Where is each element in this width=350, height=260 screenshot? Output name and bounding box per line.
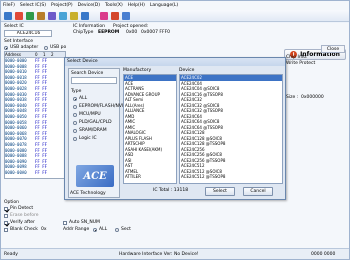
cancel-button[interactable]: Cancel: [243, 187, 273, 196]
size-label: Size :: [286, 95, 299, 100]
set-interface-label: Set Interface: [4, 39, 33, 44]
auto-sn-checkbox[interactable]: [63, 221, 67, 225]
auto-sn-label: Auto SN_NUM: [69, 220, 100, 225]
type-radio[interactable]: [73, 97, 77, 101]
toolbar-icon[interactable]: [4, 12, 12, 20]
status-ready: Ready: [4, 252, 18, 257]
ic-info-label: IC Information: [73, 24, 105, 29]
menu-item[interactable]: Help(H): [128, 3, 145, 8]
option-label: Option: [4, 200, 20, 205]
menu-item[interactable]: Language(L): [150, 3, 178, 8]
select-ic-label: Select IC: [4, 24, 24, 29]
manufactory-list[interactable]: ACE ACE ACTRANS ADVANCE GROUP ALT Semi ALL(Ar…: [123, 74, 177, 184]
select-device-dialog: Select Device Search Device Type ALL EEPR…: [64, 57, 286, 200]
pin-detect-label: Pin Detect: [10, 206, 34, 211]
menu-item[interactable]: FileF): [3, 3, 15, 8]
toolbar-icon[interactable]: [37, 12, 45, 20]
grid-header-col: 1: [43, 52, 46, 57]
usb-port-radio[interactable]: [44, 46, 48, 50]
type-radio[interactable]: [73, 113, 77, 117]
toolbar: [1, 10, 349, 22]
addr-range-label: Addr Range: [63, 227, 90, 232]
size-value: 0x000000: [301, 95, 324, 100]
status-hardware: Hardware Interface Ver: No Device!: [119, 252, 199, 257]
range-sect-label: Sect: [121, 227, 131, 232]
dialog-title: Select Device: [65, 58, 285, 66]
device-item[interactable]: ACE24C512 @TSSOP8: [180, 174, 282, 180]
menu-item[interactable]: Project(P): [51, 3, 73, 8]
toolbar-icon[interactable]: [81, 12, 89, 20]
verify-after-checkbox[interactable]: [4, 221, 8, 225]
row-address: 0000-00A0: [5, 169, 27, 175]
status-bar: Ready Hardware Interface Ver: No Device!…: [1, 248, 349, 259]
close-button[interactable]: Close: [321, 45, 345, 53]
type-radio[interactable]: [73, 137, 77, 141]
type-radio-label: SRAM/DRAM: [79, 128, 107, 133]
pin-detect-checkbox[interactable]: [4, 207, 8, 211]
type-radio-label: Logic IC: [79, 136, 97, 141]
device-list[interactable]: ACE24C02 ACE24C04 ACE24C04 @SOIC8 ACE24C16 …: [179, 74, 283, 184]
select-button[interactable]: Select: [205, 187, 235, 196]
device-label: Device: [179, 68, 195, 73]
blank-check-hex: 0x: [41, 227, 47, 232]
range-all-label: ALL: [99, 227, 108, 232]
ic-total-label: IC Total : 13118: [153, 188, 189, 193]
chip-type-value: EEPROM: [98, 30, 120, 35]
row-bytes: FF FF: [35, 169, 48, 175]
type-radio[interactable]: [73, 129, 77, 133]
menu-item[interactable]: Device(D): [78, 3, 100, 8]
search-device-input[interactable]: [71, 77, 117, 84]
erase-before-label: Erase before: [10, 213, 39, 218]
search-device-label: Search Device: [71, 71, 104, 76]
chip-info-label: Chip Info:: [286, 55, 308, 60]
grid-header-address: Address: [5, 52, 21, 57]
toolbar-icon[interactable]: [59, 12, 67, 20]
toolbar-icon[interactable]: [15, 12, 23, 20]
range-all-radio[interactable]: [93, 228, 97, 232]
address-label: 0x00: [126, 30, 138, 35]
type-radio-label: MCU/MPU: [79, 112, 101, 117]
type-radio[interactable]: [73, 105, 77, 109]
manufactory-label: Manufactory: [123, 68, 152, 73]
range-sect-radio[interactable]: [115, 228, 119, 232]
usb-adapter-radio[interactable]: [4, 46, 8, 50]
toolbar-icon[interactable]: [26, 12, 34, 20]
erase-before-checkbox[interactable]: [4, 214, 8, 218]
usb-port-label: USB po: [50, 45, 67, 50]
address-value: 0x0007 FFF0: [141, 30, 171, 35]
type-radio-label: PLD/GAL/CPLD: [79, 120, 112, 125]
toolbar-icon[interactable]: [122, 12, 130, 20]
usb-adapter-label: USB adapter: [10, 45, 39, 50]
chip-type-label: ChipType: [73, 30, 94, 35]
project-label: Project opened:: [113, 24, 149, 29]
hex-grid-row[interactable]: 0000-00A0 FF FF: [5, 170, 65, 176]
type-radio[interactable]: [73, 121, 77, 125]
type-radio-label: ALL: [79, 96, 88, 101]
blank-check-label: Blank Check: [10, 227, 38, 232]
chip-name-field[interactable]: ACE24C16: [4, 30, 52, 37]
write-protect-label: Write Protect: [286, 61, 316, 66]
programmer-window: FileF) Select IC(S) Project(P) Device(D) Too…: [0, 0, 350, 260]
toolbar-icon[interactable]: [48, 12, 56, 20]
type-label: Type: [71, 89, 82, 94]
hex-grid[interactable]: Address 0 1 2 0000-0000 FF FF 0000-0008 FF …: [4, 51, 66, 179]
blank-check-checkbox[interactable]: [4, 228, 8, 232]
company-label: ACE Technology: [70, 191, 106, 196]
toolbar-icon[interactable]: [100, 12, 108, 20]
status-counter: 0000 0000: [311, 252, 336, 257]
grid-header-col: 0: [35, 52, 38, 57]
dialog-filter-panel: Search Device Type ALL EEPROM/FLASH/NVRAM…: [68, 68, 132, 198]
toolbar-icon[interactable]: [111, 12, 119, 20]
grid-header-col: 2: [51, 52, 54, 57]
verify-after-label: Verify after: [10, 220, 35, 225]
menu-bar: FileF) Select IC(S) Project(P) Device(D) Too…: [1, 1, 349, 10]
manufactory-item[interactable]: ATTILER: [124, 174, 176, 180]
menu-item[interactable]: Select IC(S): [20, 3, 46, 8]
toolbar-icon[interactable]: [70, 12, 78, 20]
ace-logo: ACE: [76, 165, 114, 187]
menu-item[interactable]: Tools(X): [105, 3, 123, 8]
